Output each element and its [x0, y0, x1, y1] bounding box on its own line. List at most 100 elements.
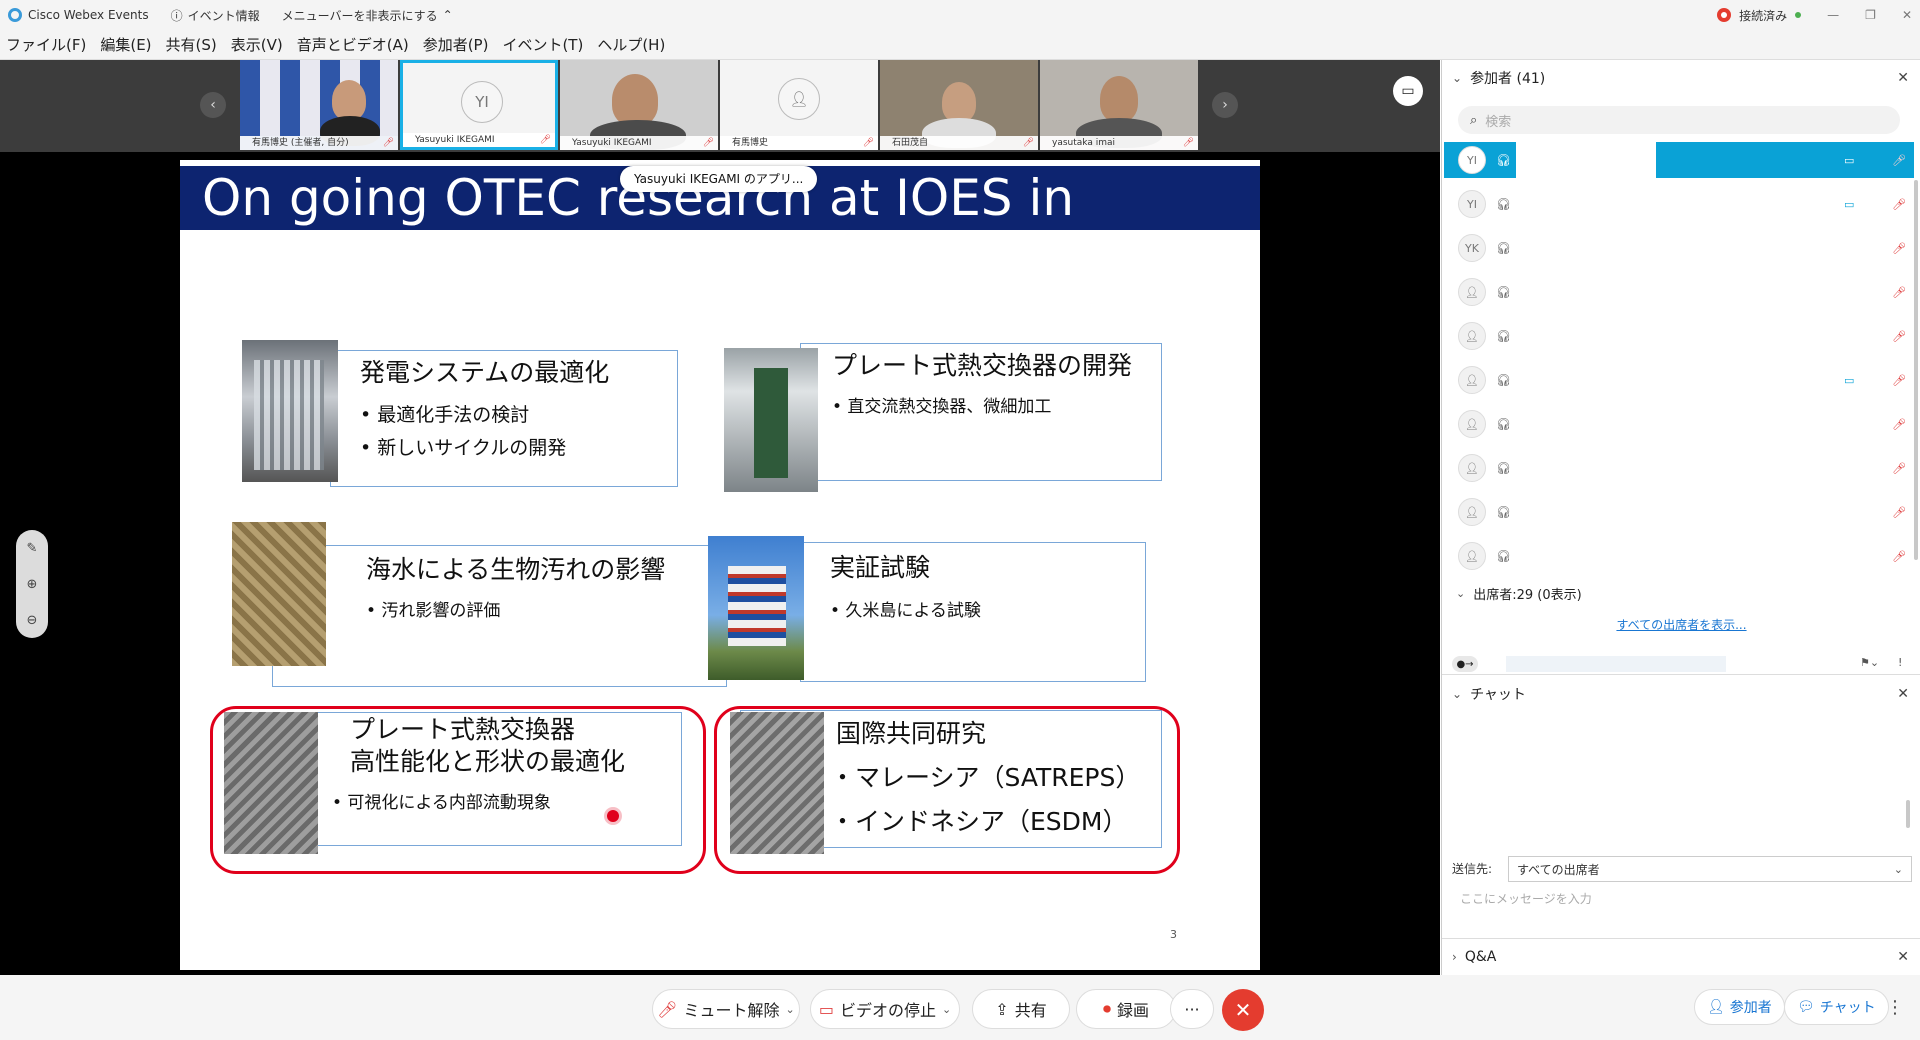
hide-menubar-button[interactable]: メニューバーを非表示にする ⌃ [282, 7, 453, 24]
attendees-label: 出席者:29 (0表示) [1473, 588, 1582, 603]
participant-row[interactable]: YK 🎧︎ 🎤︎ [1444, 230, 1914, 266]
share-button[interactable]: ⇪ 共有 [972, 989, 1070, 1029]
tile-name: yasutaka imai [1040, 136, 1198, 150]
chat-scrollbar[interactable] [1906, 800, 1910, 828]
status-toggle-icon[interactable]: ●→ [1452, 656, 1478, 672]
alert-icon[interactable]: ! [1898, 656, 1902, 669]
person-icon: 👤︎ [1458, 542, 1486, 570]
participants-btn-label: 参加者 [1729, 1000, 1772, 1016]
muted-mic-icon[interactable]: 🎤︎ [1892, 330, 1906, 343]
chevron-down-icon[interactable]: ⌄ [942, 1003, 951, 1016]
stop-video-button[interactable]: ▭ ビデオの停止 ⌄ [810, 989, 960, 1029]
leave-meeting-button[interactable]: ✕ [1222, 989, 1264, 1031]
minimize-icon[interactable]: — [1827, 8, 1839, 22]
muted-mic-icon[interactable]: 🎤︎ [1892, 550, 1906, 563]
record-button[interactable]: ⏺ 録画 [1076, 989, 1176, 1029]
chevron-left-icon: ‹ [210, 97, 216, 113]
muted-mic-icon[interactable]: 🎤︎ [1892, 286, 1906, 299]
strip-prev-button[interactable]: ‹ [200, 92, 226, 118]
participant-row[interactable]: 👤︎ 🎧︎ 🎤︎ [1444, 494, 1914, 530]
participants-panel-button[interactable]: 👤︎ 参加者 [1694, 989, 1785, 1025]
heat-exchanger-photo [724, 348, 818, 492]
participant-row[interactable]: YI 🎧︎ ▭ 🎤︎ [1444, 186, 1914, 222]
chevron-down-icon[interactable]: ⌄ [786, 1003, 795, 1016]
muted-mic-icon[interactable]: 🎤︎ [1892, 418, 1906, 431]
chat-message-input[interactable]: ここにメッセージを入力 [1460, 890, 1592, 907]
video-tile[interactable]: 有馬博史 (主催者, 自分) 🎤︎ [240, 60, 398, 150]
chevron-down-icon: ⌄ [1452, 71, 1463, 85]
video-tile[interactable]: 石田茂自 🎤︎ [880, 60, 1038, 150]
muted-mic-icon[interactable]: 🎤︎ [1892, 462, 1906, 475]
qa-header[interactable]: › Q&A ✕ [1442, 939, 1920, 975]
muted-mic-icon: 🎤︎ [539, 135, 551, 145]
redacted-name [1516, 142, 1656, 178]
close-icon[interactable]: ✕ [1902, 8, 1912, 22]
highlight-ring [210, 706, 706, 874]
maximize-icon[interactable]: ❐ [1865, 8, 1876, 22]
headset-icon: 🎧︎ [1496, 461, 1512, 475]
connection-status[interactable]: 接続済み [1717, 7, 1802, 24]
side-panel: ⌄ 参加者 (41) ✕ ⌕ 検索 YI 🎧︎ ▭ 🎤︎ YI 🎧︎ ▭ 🎤︎ YK 🎧︎ 🎤︎ 👤︎… [1441, 60, 1920, 975]
muted-mic-icon[interactable]: 🎤︎ [1892, 506, 1906, 519]
muted-mic-icon[interactable]: 🎤︎ [1892, 242, 1906, 255]
participant-row[interactable]: 👤︎ 🎧︎ 🎤︎ [1444, 318, 1914, 354]
close-icon[interactable]: ✕ [1897, 949, 1909, 965]
layout-toggle-button[interactable]: ▭ [1393, 76, 1423, 106]
more-panels-button[interactable]: ⋮ [1886, 997, 1904, 1018]
participant-row[interactable]: 👤︎ 🎧︎ 🎤︎ [1444, 538, 1914, 574]
person-icon: 👤︎ [1458, 366, 1486, 394]
menu-share[interactable]: 共有(S) [166, 34, 217, 55]
close-icon[interactable]: ✕ [1897, 686, 1909, 702]
chat-header[interactable]: ⌄ チャット ✕ [1442, 676, 1920, 712]
share-label: 共有 [1014, 1001, 1047, 1020]
participant-row[interactable]: 👤︎ 🎧︎ 🎤︎ [1444, 274, 1914, 310]
laser-pointer [607, 810, 619, 822]
muted-mic-icon[interactable]: 🎤︎ [1892, 374, 1906, 387]
qa-title: Q&A [1464, 949, 1497, 965]
tile-name: 石田茂自 [880, 136, 1038, 150]
raise-hand-icon[interactable]: ⚑⌄ [1860, 656, 1879, 669]
participant-row[interactable]: 👤︎ 🎧︎ ▭ 🎤︎ [1444, 362, 1914, 398]
participant-row[interactable]: 👤︎ 🎧︎ 🎤︎ [1444, 450, 1914, 486]
zoom-out-icon[interactable]: ⊖ [27, 613, 38, 628]
menu-view[interactable]: 表示(V) [231, 34, 283, 55]
video-tile-active-speaker[interactable]: YI Yasuyuki IKEGAMI 🎤︎ [400, 60, 558, 150]
more-options-button[interactable]: ··· [1170, 989, 1214, 1029]
muted-mic-icon[interactable]: 🎤︎ [1892, 154, 1906, 167]
participant-row[interactable]: YI 🎧︎ ▭ 🎤︎ [1444, 142, 1914, 178]
video-tile[interactable]: Yasuyuki IKEGAMI 🎤︎ [560, 60, 718, 150]
menu-participants[interactable]: 参加者(P) [423, 34, 489, 55]
participants-scrollbar[interactable] [1914, 180, 1918, 560]
menu-event[interactable]: イベント(T) [502, 34, 583, 55]
menu-edit[interactable]: 編集(E) [100, 34, 151, 55]
muted-mic-icon: 🎤︎ [1182, 138, 1194, 148]
annotate-icon[interactable]: ✎ [27, 541, 38, 556]
muted-mic-icon[interactable]: 🎤︎ [1892, 198, 1906, 211]
video-strip: ‹ 有馬博史 (主催者, 自分) 🎤︎ YI Yasuyuki IKEGAMI … [0, 60, 1440, 152]
tile-name: Yasuyuki IKEGAMI [403, 133, 555, 147]
event-info-button[interactable]: ⓘ イベント情報 [171, 7, 260, 24]
menu-audio-video[interactable]: 音声とビデオ(A) [297, 34, 409, 55]
slide-page-number: 3 [1170, 928, 1177, 941]
participant-row[interactable]: 👤︎ 🎧︎ 🎤︎ [1444, 406, 1914, 442]
annotation-zoom-controls: ✎ ⊕ ⊖ [16, 530, 48, 638]
participant-search[interactable]: ⌕ 検索 [1458, 106, 1900, 134]
participants-header[interactable]: ⌄ 参加者 (41) ✕ [1442, 60, 1920, 96]
menu-help[interactable]: ヘルプ(H) [597, 34, 665, 55]
zoom-in-icon[interactable]: ⊕ [27, 577, 38, 592]
video-tile[interactable]: 👤︎ 有馬博史 🎤︎ [720, 60, 878, 150]
highlight-ring [714, 706, 1180, 874]
attendees-section[interactable]: ⌄ 出席者:29 (0表示) [1456, 584, 1582, 603]
close-icon[interactable]: ✕ [1897, 70, 1909, 86]
video-tile[interactable]: yasutaka imai 🎤︎ [1040, 60, 1198, 150]
chat-btn-label: チャット [1819, 1000, 1876, 1016]
show-all-attendees-link[interactable]: すべての出席者を表示... [1442, 616, 1920, 633]
unmute-button[interactable]: 🎤︎ ミュート解除 ⌄ [652, 989, 800, 1029]
chat-panel-button[interactable]: 💬︎ チャット [1784, 989, 1889, 1025]
close-icon: ✕ [1234, 998, 1252, 1022]
send-to-select[interactable]: すべての出席者 ⌄ [1508, 856, 1912, 882]
headset-icon: 🎧︎ [1496, 373, 1512, 387]
menu-file[interactable]: ファイル(F) [6, 34, 86, 55]
search-icon: ⌕ [1470, 112, 1478, 128]
strip-next-button[interactable]: › [1212, 92, 1238, 118]
